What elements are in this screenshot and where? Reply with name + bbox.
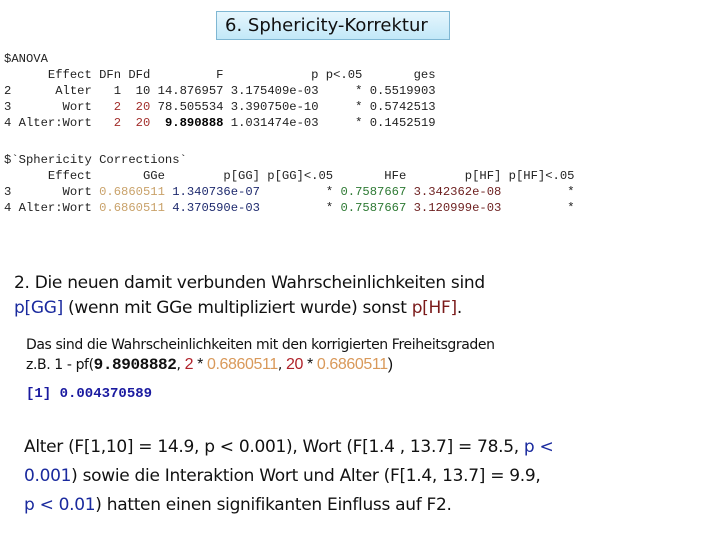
anova-rows: 2 Alter 1 10 14.876957 3.175409e-03 * 0.… [4,84,436,130]
p-highlight: p < [523,437,554,457]
phf-term: p[HF] [411,298,457,318]
anova-row: 3 Wort 2 20 78.505534 3.390750e-10 * 0.5… [4,100,436,114]
pgg-term: p[GG] [14,298,63,318]
r-result-output: [1] 0.004370589 [26,386,153,402]
para1-middle: (wenn mit GGe multipliziert wurde) sonst [62,298,412,318]
f-cell: 78.505534 [157,100,224,114]
effect-cell: 4 Alter:Wort [4,116,100,130]
multiply: * [302,356,317,373]
effect-cell: 2 Alter [4,84,100,98]
sep [406,185,413,199]
sig-hf-cell: * [501,185,575,199]
p-ges-cell: 3.390750e-10 * 0.5742513 [223,100,436,114]
hfe-cell: 0.7587667 [340,185,407,199]
dfn-cell: 2 [99,100,122,114]
close-paren: ) [387,356,393,373]
phf-cell: 3.342362e-08 [413,185,502,199]
sig-hf-cell: * [501,201,575,215]
anova-column-headers: Effect DFn DFd F p p<.05 ges [4,68,436,82]
para1-line1: 2. Die neuen damit verbunden Wahrscheinl… [14,273,485,293]
sphericity-output: $`Sphericity Corrections` Effect GGe p[G… [4,152,575,216]
anova-row: 4 Alter:Wort 2 20 9.890888 1.031474e-03 … [4,116,436,130]
separator: , [277,357,286,373]
sep [150,84,157,98]
f-cell: 14.876957 [157,84,224,98]
sphericity-header: $`Sphericity Corrections` [4,153,187,167]
sphericity-column-headers: Effect GGe p[GG] p[GG]<.05 HFe p[HF] p[H… [4,169,575,183]
dfd-value: 20 [285,356,303,373]
effect-cell: 4 Alter:Wort [4,201,100,215]
multiply: * [193,356,207,373]
sphericity-row: 3 Wort 0.6860511 1.340736e-07 * 0.758766… [4,185,575,199]
sig-gg-cell: * [260,201,341,215]
p-highlight: 0.001 [24,466,72,486]
conclusion-line3: ) hatten einen signifikanten Einfluss au… [95,495,452,515]
anova-output: $ANOVA Effect DFn DFd F p p<.05 ges 2 Al… [4,51,436,131]
conclusion-paragraph: Alter (F[1,10] = 14.9, p < 0.001), Wort … [24,433,554,520]
sep [150,100,157,114]
dfn-value: 2 [184,356,194,373]
dfn-cell: 2 [99,116,122,130]
f-value: 9.8908882 [93,356,177,374]
effect-cell: 3 Wort [4,100,100,114]
sig-gg-cell: * [260,185,341,199]
p-highlight: p < 0.01 [24,495,96,515]
pgg-cell: 1.340736e-07 [172,185,260,199]
p-ges-cell: 3.175409e-03 * 0.5519903 [223,84,436,98]
para1-end: . [456,298,462,318]
dfd-cell: 10 [128,84,151,98]
sep [406,201,413,215]
dfd-cell: 20 [128,116,151,130]
example-paragraph: Das sind die Wahrscheinlichkeiten mit de… [26,336,495,375]
conclusion-line2: ) sowie die Interaktion Wort und Alter (… [71,466,541,486]
gge-value-2: 0.6860511 [316,356,388,373]
phf-cell: 3.120999e-03 [413,201,502,215]
separator: , [176,357,185,373]
gge-value-1: 0.6860511 [207,356,278,373]
sphericity-rows: 3 Wort 0.6860511 1.340736e-07 * 0.758766… [4,185,575,215]
conclusion-line1: Alter (F[1,10] = 14.9, p < 0.001), Wort … [24,437,524,457]
pgg-cell: 4.370590e-03 [172,201,260,215]
effect-cell: 3 Wort [4,185,100,199]
anova-header: $ANOVA [4,52,48,66]
hfe-cell: 0.7587667 [340,201,407,215]
gge-cell: 0.6860511 [99,185,165,199]
sep [150,116,157,130]
para2-line1: Das sind die Wahrscheinlichkeiten mit de… [26,337,495,353]
gge-cell: 0.6860511 [99,201,165,215]
slide-title: 6. Sphericity-Korrektur [216,11,450,40]
dfd-cell: 20 [128,100,151,114]
sphericity-row: 4 Alter:Wort 0.6860511 4.370590e-03 * 0.… [4,201,575,215]
dfn-cell: 1 [99,84,122,98]
explanation-paragraph: 2. Die neuen damit verbunden Wahrscheinl… [14,271,485,321]
f-cell: 9.890888 [157,116,224,130]
pf-call-prefix: z.B. 1 - pf( [26,357,94,373]
anova-row: 2 Alter 1 10 14.876957 3.175409e-03 * 0.… [4,84,436,98]
p-ges-cell: 1.031474e-03 * 0.1452519 [223,116,436,130]
